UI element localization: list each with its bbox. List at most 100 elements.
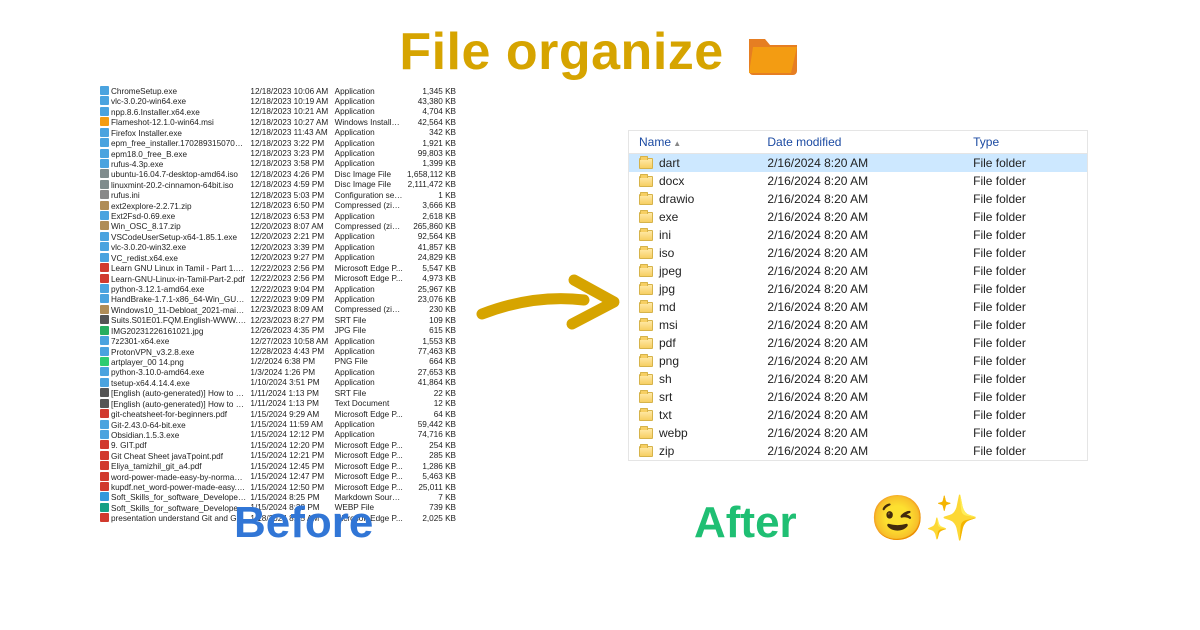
file-icon [100, 284, 109, 293]
file-row[interactable]: python-3.12.1-amd64.exe12/22/2023 9:04 P… [98, 284, 458, 294]
folder-icon [639, 248, 653, 259]
file-row[interactable]: artplayer_00 14.png1/2/2024 6:38 PMPNG F… [98, 357, 458, 367]
file-row[interactable]: ChromeSetup.exe12/18/2023 10:06 AMApplic… [98, 86, 458, 96]
file-icon [100, 107, 109, 116]
file-row[interactable]: ext2explore-2.2.71.zip12/18/2023 6:50 PM… [98, 201, 458, 211]
file-row[interactable]: Firefox Installer.exe12/18/2023 11:43 AM… [98, 128, 458, 138]
folder-row[interactable]: dart2/16/2024 8:20 AMFile folder [629, 154, 1087, 173]
folder-row[interactable]: txt2/16/2024 8:20 AMFile folder [629, 406, 1087, 424]
file-row[interactable]: linuxmint-20.2-cinnamon-64bit.iso12/18/2… [98, 180, 458, 190]
file-row[interactable]: VSCodeUserSetup-x64-1.85.1.exe12/20/2023… [98, 232, 458, 242]
file-row[interactable]: git-cheatsheet-for-beginners.pdf1/15/202… [98, 409, 458, 419]
folder-row[interactable]: zip2/16/2024 8:20 AMFile folder [629, 442, 1087, 460]
folder-row[interactable]: sh2/16/2024 8:20 AMFile folder [629, 370, 1087, 388]
file-row[interactable]: vlc-3.0.20-win64.exe12/18/2023 10:19 AMA… [98, 96, 458, 106]
title-text: File organize [399, 23, 723, 81]
page-title: File organize [0, 22, 1200, 82]
file-row[interactable]: rufus-4.3p.exe12/18/2023 3:58 PMApplicat… [98, 159, 458, 169]
file-row[interactable]: [English (auto-generated)] How to Win F.… [98, 388, 458, 398]
folder-icon [639, 356, 653, 367]
folder-icon [639, 392, 653, 403]
file-icon [100, 472, 109, 481]
file-row[interactable]: Obsidian.1.5.3.exe1/15/2024 12:12 PMAppl… [98, 430, 458, 440]
folder-icon [639, 428, 653, 439]
file-icon [100, 169, 109, 178]
after-file-list: Name Date modified Type dart2/16/2024 8:… [628, 130, 1088, 461]
file-icon [100, 430, 109, 439]
after-table: Name Date modified Type dart2/16/2024 8:… [629, 131, 1087, 460]
file-icon [100, 378, 109, 387]
file-row[interactable]: ubuntu-16.04.7-desktop-amd64.iso12/18/20… [98, 169, 458, 179]
folder-row[interactable]: jpeg2/16/2024 8:20 AMFile folder [629, 262, 1087, 280]
file-row[interactable]: Learn-GNU-Linux-in-Tamil-Part-2.pdf12/22… [98, 274, 458, 284]
folder-row[interactable]: srt2/16/2024 8:20 AMFile folder [629, 388, 1087, 406]
col-date[interactable]: Date modified [757, 131, 963, 154]
file-row[interactable]: tsetup-x64.4.14.4.exe1/10/2024 3:51 PMAp… [98, 378, 458, 388]
file-icon [100, 294, 109, 303]
file-row[interactable]: Ext2Fsd-0.69.exe12/18/2023 6:53 PMApplic… [98, 211, 458, 221]
file-row[interactable]: npp.8.6.Installer.x64.exe12/18/2023 10:2… [98, 107, 458, 117]
file-row[interactable]: Windows10_11-Debloat_2021-main.zip12/23/… [98, 305, 458, 315]
folder-row[interactable]: ini2/16/2024 8:20 AMFile folder [629, 226, 1087, 244]
folder-icon [639, 320, 653, 331]
file-row[interactable]: rufus.ini12/18/2023 5:03 PMConfiguration… [98, 190, 458, 200]
file-icon [100, 211, 109, 220]
file-icon [100, 128, 109, 137]
file-row[interactable]: python-3.10.0-amd64.exe1/3/2024 1:26 PMA… [98, 367, 458, 377]
file-icon [100, 461, 109, 470]
file-icon [100, 357, 109, 366]
file-row[interactable]: epm_free_installer.17028931507048b589.e.… [98, 138, 458, 148]
file-icon [100, 86, 109, 95]
folder-row[interactable]: md2/16/2024 8:20 AMFile folder [629, 298, 1087, 316]
folder-row[interactable]: msi2/16/2024 8:20 AMFile folder [629, 316, 1087, 334]
file-icon [100, 117, 109, 126]
col-name[interactable]: Name [629, 131, 757, 154]
file-icon [100, 440, 109, 449]
file-icon [100, 263, 109, 272]
folder-icon [639, 284, 653, 295]
folder-icon [639, 266, 653, 277]
file-icon [100, 190, 109, 199]
folder-row[interactable]: pdf2/16/2024 8:20 AMFile folder [629, 334, 1087, 352]
file-row[interactable]: Suits.S01E01.FQM.English-WWW.MY-SU...12/… [98, 315, 458, 325]
folder-row[interactable]: jpg2/16/2024 8:20 AMFile folder [629, 280, 1087, 298]
folder-row[interactable]: png2/16/2024 8:20 AMFile folder [629, 352, 1087, 370]
file-row[interactable]: Flameshot-12.1.0-win64.msi12/18/2023 10:… [98, 117, 458, 127]
folder-row[interactable]: drawio2/16/2024 8:20 AMFile folder [629, 190, 1087, 208]
file-row[interactable]: HandBrake-1.7.1-x86_64-Win_GUI.exe12/22/… [98, 294, 458, 304]
file-row[interactable]: kupdf.net_word-power-made-easy.pdf1/15/2… [98, 482, 458, 492]
file-row[interactable]: Git Cheat Sheet javaTpoint.pdf1/15/2024 … [98, 451, 458, 461]
before-table: ChromeSetup.exe12/18/2023 10:06 AMApplic… [98, 86, 458, 524]
file-row[interactable]: Git-2.43.0-64-bit.exe1/15/2024 11:59 AMA… [98, 420, 458, 430]
folder-row[interactable]: webp2/16/2024 8:20 AMFile folder [629, 424, 1087, 442]
folder-icon [639, 230, 653, 241]
file-row[interactable]: Learn GNU Linux in Tamil - Part 1.pdf12/… [98, 263, 458, 273]
file-row[interactable]: VC_redist.x64.exe12/20/2023 9:27 PMAppli… [98, 253, 458, 263]
col-type[interactable]: Type [963, 131, 1087, 154]
folder-row[interactable]: docx2/16/2024 8:20 AMFile folder [629, 172, 1087, 190]
file-row[interactable]: ProtonVPN_v3.2.8.exe12/28/2023 4:43 PMAp… [98, 347, 458, 357]
file-row[interactable]: vlc-3.0.20-win32.exe12/20/2023 3:39 PMAp… [98, 242, 458, 252]
file-icon [100, 201, 109, 210]
file-row[interactable]: Eliya_tamizhil_git_a4.pdf1/15/2024 12:45… [98, 461, 458, 471]
file-icon [100, 451, 109, 460]
file-row[interactable]: 9. GIT.pdf1/15/2024 12:20 PMMicrosoft Ed… [98, 440, 458, 450]
file-row[interactable]: word-power-made-easy-by-norman-lew...1/1… [98, 472, 458, 482]
folder-icon [639, 176, 653, 187]
file-row[interactable]: Win_OSC_8.17.zip12/20/2023 8:07 AMCompre… [98, 221, 458, 231]
file-icon [100, 180, 109, 189]
file-icon [100, 138, 109, 147]
file-icon [100, 409, 109, 418]
folder-icon [639, 374, 653, 385]
file-icon [100, 503, 109, 512]
file-row[interactable]: 7z2301-x64.exe12/27/2023 10:58 AMApplica… [98, 336, 458, 346]
folder-icon [639, 212, 653, 223]
folder-row[interactable]: exe2/16/2024 8:20 AMFile folder [629, 208, 1087, 226]
file-icon [100, 315, 109, 324]
file-icon [100, 232, 109, 241]
folder-row[interactable]: iso2/16/2024 8:20 AMFile folder [629, 244, 1087, 262]
folder-icon [639, 410, 653, 421]
file-row[interactable]: [English (auto-generated)] How to Win F.… [98, 399, 458, 409]
file-row[interactable]: epm18.0_free_B.exe12/18/2023 3:23 PMAppl… [98, 149, 458, 159]
file-row[interactable]: IMG20231226161021.jpg12/26/2023 4:35 PMJ… [98, 326, 458, 336]
